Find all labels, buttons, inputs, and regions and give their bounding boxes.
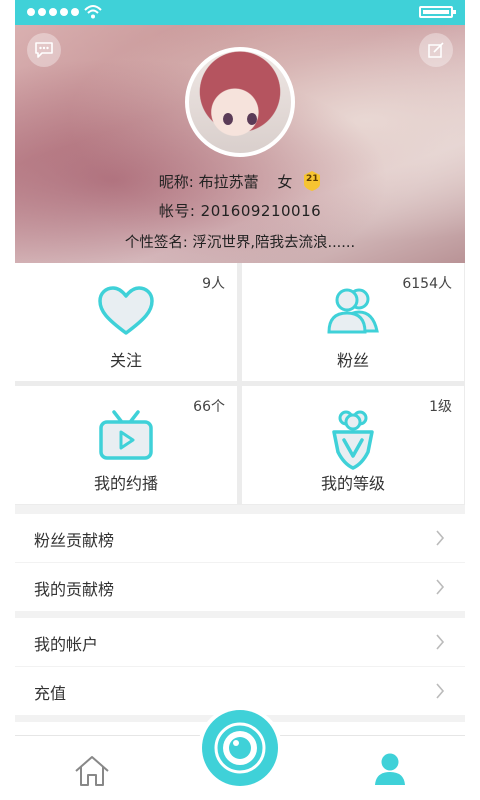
recharge-row[interactable]: 充值 <box>15 667 465 715</box>
edit-icon <box>428 42 444 58</box>
recharge-label: 充值 <box>34 684 67 703</box>
following-tile[interactable]: 9人 关注 <box>15 263 237 381</box>
message-button[interactable] <box>27 33 61 67</box>
camera-icon <box>214 722 266 774</box>
chat-bubble-icon <box>35 42 53 58</box>
nickname-line: 昵称: 布拉苏蕾 女 21 <box>15 171 465 192</box>
level-badge-number: 21 <box>305 174 319 184</box>
edit-profile-button[interactable] <box>419 33 453 67</box>
app-screen: 昵称: 布拉苏蕾 女 21 帐号: 201609210016 个性签名: 浮沉世… <box>15 0 465 800</box>
account-line: 帐号: 201609210016 <box>158 202 322 220</box>
my-contribution-rank-label: 我的贡献榜 <box>34 580 115 599</box>
tv-play-icon <box>99 410 153 460</box>
profile-header: 昵称: 布拉苏蕾 女 21 帐号: 201609210016 个性签名: 浮沉世… <box>15 25 465 263</box>
appointments-count: 66个 <box>193 399 225 415</box>
level-count: 1级 <box>429 399 452 415</box>
chevron-right-icon <box>436 683 445 699</box>
signal-icon <box>27 8 79 16</box>
following-count: 9人 <box>202 276 225 292</box>
level-v-icon <box>332 410 374 470</box>
camera-button[interactable] <box>202 710 278 786</box>
level-label: 我的等级 <box>320 474 385 493</box>
my-account-label: 我的帐户 <box>34 635 99 654</box>
fans-tile[interactable]: 6154人 粉丝 <box>242 263 464 381</box>
appointments-label: 我的约播 <box>93 474 158 493</box>
fan-contribution-rank-label: 粉丝贡献榜 <box>34 531 115 550</box>
heart-icon <box>98 286 154 335</box>
my-account-row[interactable]: 我的帐户 <box>15 618 465 666</box>
wifi-icon <box>84 5 102 19</box>
nickname-text: 昵称: 布拉苏蕾 <box>158 173 259 191</box>
level-badge: 21 <box>303 171 321 191</box>
fan-contribution-rank-row[interactable]: 粉丝贡献榜 <box>15 514 465 562</box>
chevron-right-icon <box>436 634 445 650</box>
gender-text: 女 <box>277 173 293 191</box>
fans-label: 粉丝 <box>336 351 369 370</box>
signature-line: 个性签名: 浮沉世界,陪我去流浪...... <box>124 235 356 251</box>
fans-count: 6154人 <box>402 276 452 292</box>
avatar[interactable] <box>185 47 295 157</box>
home-icon[interactable] <box>73 754 111 788</box>
status-bar <box>15 0 465 25</box>
chevron-right-icon <box>436 530 445 546</box>
chevron-right-icon <box>436 579 445 595</box>
fans-icon <box>327 288 379 334</box>
stats-grid: 9人 关注 6154人 粉丝 66个 我的约播 1级 我的等级 <box>15 263 465 505</box>
following-label: 关注 <box>109 351 142 370</box>
avatar-eye <box>223 113 233 125</box>
my-appointments-tile[interactable]: 66个 我的约播 <box>15 386 237 504</box>
avatar-eye <box>247 113 257 125</box>
battery-icon <box>419 6 456 18</box>
my-level-tile[interactable]: 1级 我的等级 <box>242 386 464 504</box>
person-icon[interactable] <box>373 752 407 786</box>
my-contribution-rank-row[interactable]: 我的贡献榜 <box>15 563 465 611</box>
